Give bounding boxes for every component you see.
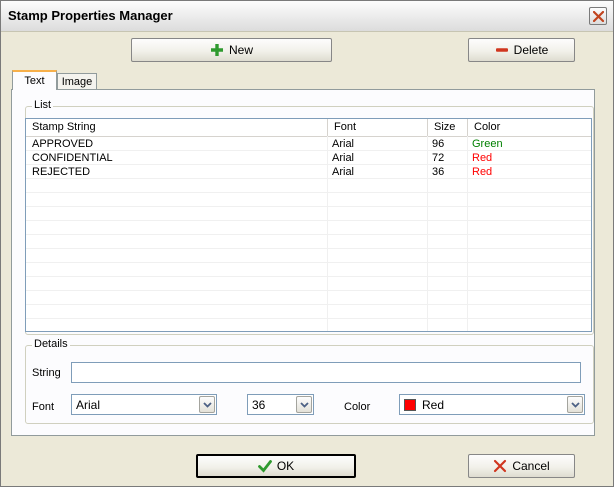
column-header-font[interactable]: Font: [328, 119, 428, 136]
cancel-button-label: Cancel: [512, 459, 550, 473]
tab-text-label: Text: [24, 75, 45, 87]
size-select-value: 36: [252, 398, 266, 412]
x-icon: [493, 459, 507, 473]
close-button[interactable]: [589, 7, 607, 25]
chevron-down-icon[interactable]: [567, 396, 583, 413]
grid-line: [26, 262, 591, 263]
cell-font: Arial: [332, 152, 355, 164]
tab-image-label: Image: [61, 76, 93, 88]
column-header-stamp-string[interactable]: Stamp String: [26, 119, 328, 136]
grid-line: [26, 248, 591, 249]
cell-size: 36: [432, 166, 445, 178]
new-button[interactable]: New: [131, 38, 332, 62]
ok-button[interactable]: OK: [196, 454, 356, 478]
color-select[interactable]: Red: [399, 394, 585, 415]
size-select[interactable]: 36: [247, 394, 314, 415]
string-input[interactable]: [71, 362, 581, 383]
cell-size: 96: [432, 138, 445, 150]
column-header-size[interactable]: Size: [428, 119, 468, 136]
list-row-confidential[interactable]: CONFIDENTIAL Arial 72 Red: [26, 151, 591, 165]
close-icon: [593, 11, 604, 22]
list-group-label: List: [32, 99, 54, 111]
list-row-approved[interactable]: APPROVED Arial 96 Green: [26, 137, 591, 151]
checkmark-icon: [257, 459, 272, 473]
string-label: String: [32, 367, 61, 379]
plus-icon: [210, 43, 224, 57]
cell-size: 72: [432, 152, 445, 164]
cancel-button[interactable]: Cancel: [468, 454, 575, 478]
cell-color: Green: [472, 138, 503, 150]
window-title: Stamp Properties Manager: [8, 8, 173, 23]
cell-stamp-string: CONFIDENTIAL: [32, 152, 113, 164]
grid-line: [26, 220, 591, 221]
grid-line: [26, 304, 591, 305]
font-select[interactable]: Arial: [71, 394, 217, 415]
cell-font: Arial: [332, 166, 355, 178]
delete-button[interactable]: Delete: [468, 38, 575, 62]
dialog-window: Stamp Properties Manager New Delete Text…: [0, 0, 614, 487]
cell-color: Red: [472, 166, 493, 178]
color-select-value: Red: [422, 398, 445, 412]
grid-line: [26, 290, 591, 291]
title-bar: Stamp Properties Manager: [1, 1, 613, 32]
grid-line: [26, 234, 591, 235]
color-label: Color: [344, 401, 371, 413]
cell-stamp-string: APPROVED: [32, 138, 94, 150]
color-swatch: [404, 399, 416, 411]
chevron-down-icon[interactable]: [199, 396, 215, 413]
minus-icon: [495, 43, 509, 57]
ok-button-label: OK: [276, 459, 295, 473]
details-group-label: Details: [32, 338, 70, 350]
column-header-color[interactable]: Color: [468, 119, 591, 136]
font-select-value: Arial: [76, 398, 101, 412]
stamp-list[interactable]: Stamp String Font Size Color APPROVED Ar…: [25, 118, 592, 332]
grid-line: [26, 192, 591, 193]
tab-text[interactable]: Text: [12, 70, 57, 90]
cell-color: Red: [472, 152, 493, 164]
tab-image[interactable]: Image: [57, 73, 97, 90]
grid-line: [26, 318, 591, 319]
delete-button-label: Delete: [513, 43, 549, 57]
font-label: Font: [32, 401, 55, 413]
list-header: Stamp String Font Size Color: [26, 119, 591, 137]
chevron-down-icon[interactable]: [296, 396, 312, 413]
grid-line: [26, 276, 591, 277]
cell-stamp-string: REJECTED: [32, 166, 91, 178]
new-button-label: New: [228, 43, 253, 57]
cell-font: Arial: [332, 138, 355, 150]
grid-line: [26, 206, 591, 207]
list-row-rejected[interactable]: REJECTED Arial 36 Red: [26, 165, 591, 179]
